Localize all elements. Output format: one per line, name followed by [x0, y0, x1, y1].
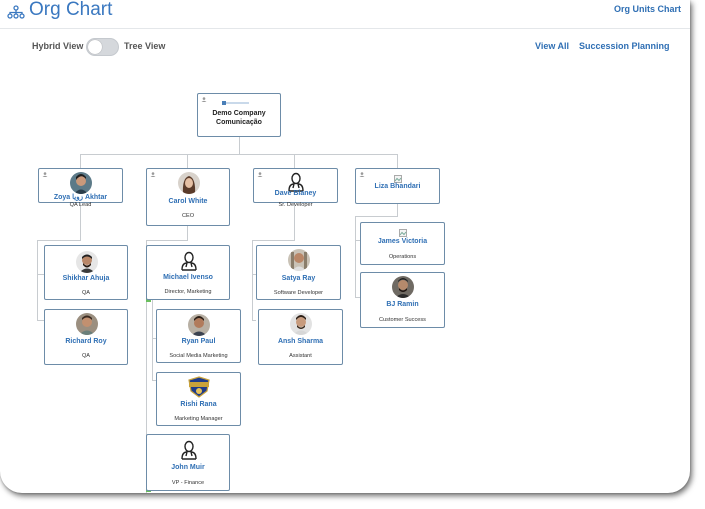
org-card-carol[interactable]: Carol White CEO — [146, 168, 230, 226]
org-card-dave[interactable]: Dave Blaney Sr. Developer — [253, 168, 338, 208]
person-role: QA — [81, 290, 91, 296]
person-role: VP - Finance — [171, 480, 205, 486]
badge-avatar-icon — [188, 376, 210, 398]
avatar — [188, 314, 210, 336]
tree-view-label: Tree View — [124, 41, 166, 51]
org-card-ansh[interactable]: Ansh Sharma Assistant — [258, 309, 343, 365]
toggle-knob — [88, 40, 102, 54]
org-card-liza[interactable]: Liza Bhandari — [355, 168, 440, 204]
org-card-richard[interactable]: Richard Roy QA — [44, 309, 128, 365]
person-role: QA Lead — [69, 202, 92, 208]
view-toolbar: Hybrid View Tree View View All Successio… — [0, 38, 690, 58]
hybrid-view-label: Hybrid View — [32, 41, 84, 51]
company-logo — [225, 102, 249, 104]
person-role: Social Media Marketing — [169, 353, 228, 359]
person-role: Customer Success — [379, 317, 426, 323]
person-name: Richard Roy — [65, 338, 107, 345]
person-role: QA — [81, 353, 91, 359]
person-name: Shikhar Ahuja — [62, 275, 110, 282]
org-card-ryan[interactable]: Ryan Paul Social Media Marketing — [156, 309, 241, 363]
person-icon — [201, 97, 207, 102]
org-units-chart-link[interactable]: Org Units Chart — [614, 4, 681, 14]
default-avatar-icon — [181, 251, 197, 271]
avatar — [288, 249, 310, 271]
company-name-line1: Demo Company — [212, 110, 266, 117]
avatar — [76, 251, 98, 273]
person-role: CEO — [181, 213, 195, 219]
org-card-zoya[interactable]: Zoya زویا Akhtar QA Lead — [38, 168, 123, 208]
company-name-line2: Comunicação — [216, 119, 262, 126]
default-avatar-icon — [181, 440, 197, 460]
avatar — [392, 276, 414, 298]
person-icon — [257, 172, 263, 177]
person-name: Zoya زویا Akhtar — [53, 194, 108, 201]
org-chart-icon — [7, 5, 25, 19]
person-name: John Muir — [171, 464, 205, 471]
page-title: Org Chart — [29, 0, 113, 20]
avatar — [70, 172, 92, 194]
person-role: Sr. Developer — [278, 202, 313, 208]
person-name: Rishi Rana — [180, 401, 217, 408]
view-all-link[interactable]: View All — [535, 41, 569, 51]
page-header: Org Chart Org Units Chart — [0, 0, 690, 29]
person-icon — [359, 172, 365, 177]
succession-planning-link[interactable]: Succession Planning — [579, 41, 670, 51]
person-role: Operations — [388, 254, 417, 260]
person-role: Director, Marketing — [164, 289, 212, 295]
person-name: Liza Bhandari — [374, 183, 421, 190]
person-icon — [150, 172, 156, 177]
org-card-satya[interactable]: Satya Ray Software Developer — [256, 245, 341, 300]
person-name: Ryan Paul — [181, 338, 216, 345]
org-chart-window: Org Chart Org Units Chart Hybrid View Tr… — [0, 0, 690, 493]
person-role: Marketing Manager — [174, 416, 223, 422]
person-role: Assistant — [289, 353, 312, 359]
org-card-root[interactable]: Demo Company Comunicação — [197, 93, 281, 137]
view-toggle[interactable] — [86, 38, 119, 56]
person-name: Satya Ray — [281, 275, 316, 282]
org-card-james[interactable]: James Victoria Operations — [360, 222, 445, 265]
org-card-michael[interactable]: Michael Ivenso Director, Marketing — [146, 245, 230, 300]
avatar — [178, 172, 200, 194]
default-avatar-icon — [288, 172, 304, 192]
person-name: Michael Ivenso — [163, 274, 213, 281]
org-card-shikhar[interactable]: Shikhar Ahuja QA — [44, 245, 128, 300]
person-name: Carol White — [168, 198, 208, 205]
org-card-john[interactable]: John Muir VP - Finance — [146, 434, 230, 491]
org-card-bj[interactable]: BJ Ramin Customer Success — [360, 272, 445, 328]
company-logo-dot — [222, 101, 226, 105]
person-name: BJ Ramin — [386, 301, 419, 308]
person-role: Software Developer — [273, 290, 324, 296]
person-name: James Victoria — [377, 238, 428, 245]
avatar — [76, 313, 98, 335]
person-icon — [42, 172, 48, 177]
broken-image-icon — [399, 229, 407, 237]
broken-image-icon — [394, 175, 402, 183]
org-card-rishi[interactable]: Rishi Rana Marketing Manager — [156, 372, 241, 426]
person-name: Ansh Sharma — [277, 338, 324, 345]
person-name: Dave Blaney — [274, 190, 317, 197]
avatar — [290, 313, 312, 335]
